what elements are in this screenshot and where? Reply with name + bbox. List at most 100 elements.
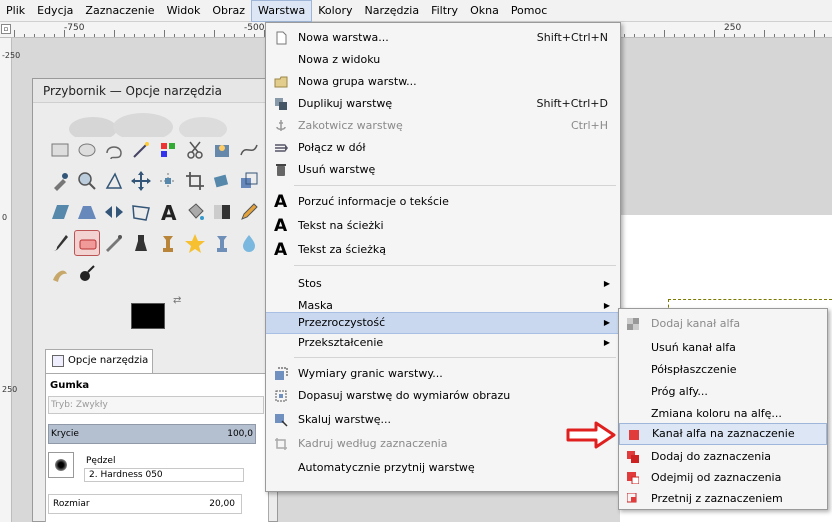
menu-plik[interactable]: Plik (0, 0, 31, 22)
mode-select[interactable]: Tryb: Zwykły (48, 396, 264, 414)
move-icon[interactable] (128, 168, 154, 194)
clone-icon[interactable] (155, 230, 181, 256)
brush-label: Pędzel (86, 456, 116, 466)
ruler-corner-button[interactable]: ▫ (1, 24, 11, 34)
menu-item-autocrop-layer[interactable]: Automatycznie przytnij warstwę (266, 457, 620, 479)
menu-item-new-layer[interactable]: Nowa warstwa... Shift+Ctrl+N (266, 27, 620, 49)
swap-colors-icon[interactable]: ⇄ (173, 295, 181, 306)
brush-preview-button[interactable] (48, 452, 74, 478)
menu-item-text-along-path[interactable]: A Tekst za ścieżką (266, 239, 620, 261)
color-picker-icon[interactable] (47, 168, 73, 194)
menu-item-label: Dopasuj warstwę do wymiarów obrazu (298, 389, 511, 402)
ruler-tick (724, 34, 725, 37)
tool-name: Gumka (50, 380, 90, 391)
eraser-icon[interactable] (74, 230, 100, 256)
menu-item-label: Przekształcenie (298, 336, 384, 349)
menu-item-merge-down[interactable]: Połącz w dół (266, 137, 620, 159)
menu-edycja[interactable]: Edycja (31, 0, 79, 22)
menu-item-delete-layer[interactable]: Usuń warstwę (266, 159, 620, 181)
submenu-item-add-to-selection[interactable]: Dodaj do zaznaczenia (619, 446, 827, 468)
menu-item-layer-boundary-size[interactable]: Wymiary granic warstwy... (266, 363, 620, 385)
smudge-icon[interactable] (47, 261, 73, 287)
pencil-icon[interactable] (236, 199, 262, 225)
scissors-icon[interactable] (182, 137, 208, 163)
submenu-item-threshold-alpha[interactable]: Próg alfy... (619, 381, 827, 403)
submenu-item-intersect-with-selection[interactable]: Przetnij z zaznaczeniem (619, 488, 827, 510)
menu-narzedzia[interactable]: Narzędzia (358, 0, 425, 22)
fuzzy-select-icon[interactable] (128, 137, 154, 163)
menu-item-new-from-visible[interactable]: Nowa z widoku (266, 49, 620, 71)
align-icon[interactable] (155, 168, 181, 194)
submenu-item-semi-flatten[interactable]: Półspłaszczenie (619, 359, 827, 381)
menu-item-new-layer-group[interactable]: Nowa grupa warstw... (266, 71, 620, 93)
menu-item-discard-text-info[interactable]: A Porzuć informacje o tekście (266, 191, 620, 213)
blur-icon[interactable] (236, 230, 262, 256)
blend-icon[interactable] (209, 199, 235, 225)
submenu-item-alpha-to-selection[interactable]: Kanał alfa na zaznaczenie (619, 423, 827, 445)
text-tool-icon[interactable]: A (155, 199, 181, 225)
rotate-icon[interactable] (209, 168, 235, 194)
menu-kolory[interactable]: Kolory (312, 0, 358, 22)
color-select-icon[interactable] (155, 137, 181, 163)
menu-obraz[interactable]: Obraz (206, 0, 251, 22)
ruler-tick (134, 34, 135, 37)
menu-item-transform[interactable]: Przekształcenie ▶ (266, 332, 620, 354)
anchor-icon (276, 120, 286, 131)
submenu-item-subtract-from-selection[interactable]: Odejmij od zaznaczenia (619, 467, 827, 489)
menu-filtry[interactable]: Filtry (425, 0, 464, 22)
heal-icon[interactable] (182, 230, 208, 256)
tab-tool-options-label: Opcje narzędzia (68, 355, 149, 366)
ruler-label: 250 (2, 385, 18, 394)
ruler-tick (674, 34, 675, 37)
menu-widok[interactable]: Widok (161, 0, 207, 22)
foreground-color-swatch[interactable] (131, 303, 165, 329)
ruler-tick (14, 30, 15, 37)
dodge-burn-icon[interactable] (74, 261, 100, 287)
vertical-ruler[interactable]: -250 0 250 (0, 38, 20, 522)
menu-item-label: Odejmij od zaznaczenia (651, 471, 782, 484)
ruler-tick (684, 34, 685, 37)
menu-item-anchor-layer[interactable]: Zakotwicz warstwę Ctrl+H (266, 115, 620, 137)
menu-item-stack[interactable]: Stos ▶ (266, 273, 620, 295)
size-slider[interactable]: Rozmiar 20,00 (48, 494, 242, 514)
perspective-icon[interactable] (74, 199, 100, 225)
foreground-select-icon[interactable] (209, 137, 235, 163)
ruler-label: -750 (64, 23, 85, 33)
airbrush-icon[interactable] (101, 230, 127, 256)
tab-tool-options[interactable]: Opcje narzędzia (45, 349, 153, 373)
ink-icon[interactable] (128, 230, 154, 256)
zoom-icon[interactable] (74, 168, 100, 194)
submenu-item-color-to-alpha[interactable]: Zmiana koloru na alfę... (619, 403, 827, 425)
menu-zaznaczenie[interactable]: Zaznaczenie (79, 0, 160, 22)
menu-pomoc[interactable]: Pomoc (505, 0, 553, 22)
opacity-slider[interactable]: Krycie 100,0 (48, 424, 256, 444)
perspective-clone-icon[interactable] (209, 230, 235, 256)
menu-item-layer-to-image-size[interactable]: Dopasuj warstwę do wymiarów obrazu (266, 385, 620, 407)
menu-warstwa[interactable]: Warstwa (251, 0, 313, 22)
submenu-item-add-alpha[interactable]: Dodaj kanał alfa (619, 313, 827, 335)
red-arrow-pointer-icon (566, 421, 616, 449)
menu-item-transparency[interactable]: Przezroczystość ▶ (266, 312, 620, 334)
cage-icon[interactable] (128, 199, 154, 225)
menu-item-shortcut: Shift+Ctrl+N (536, 31, 608, 44)
ruler-tick (734, 34, 735, 37)
flip-icon[interactable] (101, 199, 127, 225)
ruler-label: -500 (244, 23, 265, 33)
measure-icon[interactable] (101, 168, 127, 194)
scale-tool-icon[interactable] (236, 168, 262, 194)
menu-item-duplicate-layer[interactable]: Duplikuj warstwę Shift+Ctrl+D (266, 93, 620, 115)
menu-item-label: Próg alfy... (651, 385, 708, 398)
ruler-tick (694, 34, 695, 37)
submenu-item-remove-alpha[interactable]: Usuń kanał alfa (619, 337, 827, 359)
ellipse-select-icon[interactable] (74, 137, 100, 163)
lasso-icon[interactable] (101, 137, 127, 163)
shear-icon[interactable] (47, 199, 73, 225)
menu-okna[interactable]: Okna (464, 0, 505, 22)
menu-item-label: Dodaj kanał alfa (651, 317, 741, 330)
paintbrush-icon[interactable] (47, 230, 73, 256)
bucket-fill-icon[interactable] (182, 199, 208, 225)
paths-icon[interactable] (236, 137, 262, 163)
crop-tool-icon[interactable] (182, 168, 208, 194)
menu-item-text-to-path[interactable]: A Tekst na ścieżki (266, 215, 620, 237)
rect-select-icon[interactable] (47, 137, 73, 163)
